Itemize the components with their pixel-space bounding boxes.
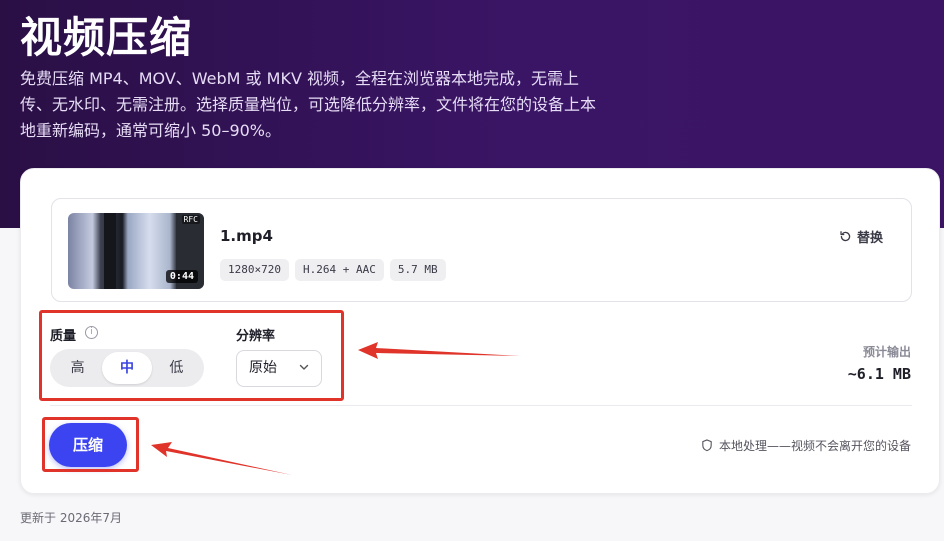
divider [50, 405, 912, 406]
filesize-chip: 5.7 MB [389, 259, 446, 281]
replace-button[interactable]: 替换 [839, 227, 883, 246]
page-description: 免费压缩 MP4、MOV、WebM 或 MKV 视频，全程在浏览器本地完成，无需… [20, 69, 597, 140]
last-updated: 更新于 2026年7月 [20, 511, 122, 525]
thumbnail-tag: RFC [181, 215, 200, 224]
estimated-output-value: ~6.1 MB [847, 365, 911, 383]
privacy-note: 本地处理——视频不会离开您的设备 [701, 437, 911, 454]
privacy-note-text: 本地处理——视频不会离开您的设备 [718, 439, 911, 453]
estimated-output-label: 预计输出 [862, 345, 911, 359]
annotation-box-settings [39, 310, 344, 401]
refresh-icon [840, 231, 851, 242]
annotation-box-compress [42, 417, 139, 472]
file-name: 1.mp4 [220, 227, 273, 245]
page-title: 视频压缩 [20, 13, 193, 62]
replace-label: 替换 [856, 231, 883, 246]
video-thumbnail: RFC 0:44 [68, 213, 204, 289]
resolution-chip: 1280×720 [220, 259, 289, 281]
file-info-panel: RFC 0:44 1.mp4 1280×720 H.264 + AAC 5.7 … [51, 198, 912, 302]
shield-icon [702, 439, 712, 452]
video-duration: 0:44 [165, 270, 198, 283]
codec-chip: H.264 + AAC [294, 259, 384, 281]
file-meta-chips: 1280×720 H.264 + AAC 5.7 MB [220, 259, 446, 281]
